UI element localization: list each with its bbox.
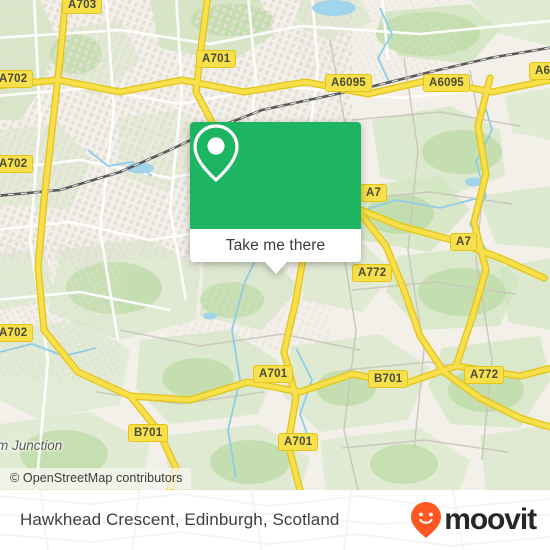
location-title: Hawkhead Crescent, Edinburgh, Scotland [20, 510, 340, 529]
moovit-logo[interactable]: moovit [410, 501, 537, 539]
take-me-there-label: Take me there [225, 236, 326, 254]
road-shield-a702: A702 [0, 70, 34, 88]
road-shield-a702: A702 [0, 155, 34, 173]
moovit-map-screen: A703 A702 A701 A6095 A6095 A60 A702 A7 A7 A772 A70… [0, 0, 550, 550]
moovit-smiley-pin-icon [411, 502, 442, 538]
road-shield-a7: A7 [450, 233, 478, 251]
location-callout-card[interactable]: Take me there [190, 122, 361, 274]
callout-action-panel[interactable]: Take me there [190, 229, 361, 274]
place-label: m Junction [0, 438, 63, 453]
osm-attribution[interactable]: © OpenStreetMap contributors [0, 468, 191, 489]
road-shield-a772: A772 [464, 366, 505, 384]
road-shield-a702: A702 [0, 324, 34, 342]
road-shield-a772: A772 [352, 264, 393, 282]
map-pin-icon [193, 124, 239, 182]
footer-bar: Hawkhead Crescent, Edinburgh, Scotland m… [0, 490, 550, 550]
callout-pointer-tail [264, 262, 287, 274]
map-canvas[interactable]: A703 A702 A701 A6095 A6095 A60 A702 A7 A7 A772 A70… [0, 0, 550, 490]
road-shield-a6095: A6095 [423, 74, 470, 92]
road-shield-a7: A7 [360, 184, 388, 202]
road-shield-b701: B701 [128, 424, 169, 442]
callout-image-panel [190, 122, 361, 229]
road-shield-a703: A703 [62, 0, 103, 14]
road-shield-a701: A701 [196, 50, 237, 68]
road-shield-b701: B701 [368, 370, 409, 388]
road-shield-a701: A701 [278, 433, 319, 451]
road-shield-a6095: A6095 [325, 74, 372, 92]
moovit-wordmark: moovit [444, 503, 537, 536]
road-shield-a60: A60 [529, 62, 550, 80]
road-shield-a701: A701 [253, 365, 294, 383]
